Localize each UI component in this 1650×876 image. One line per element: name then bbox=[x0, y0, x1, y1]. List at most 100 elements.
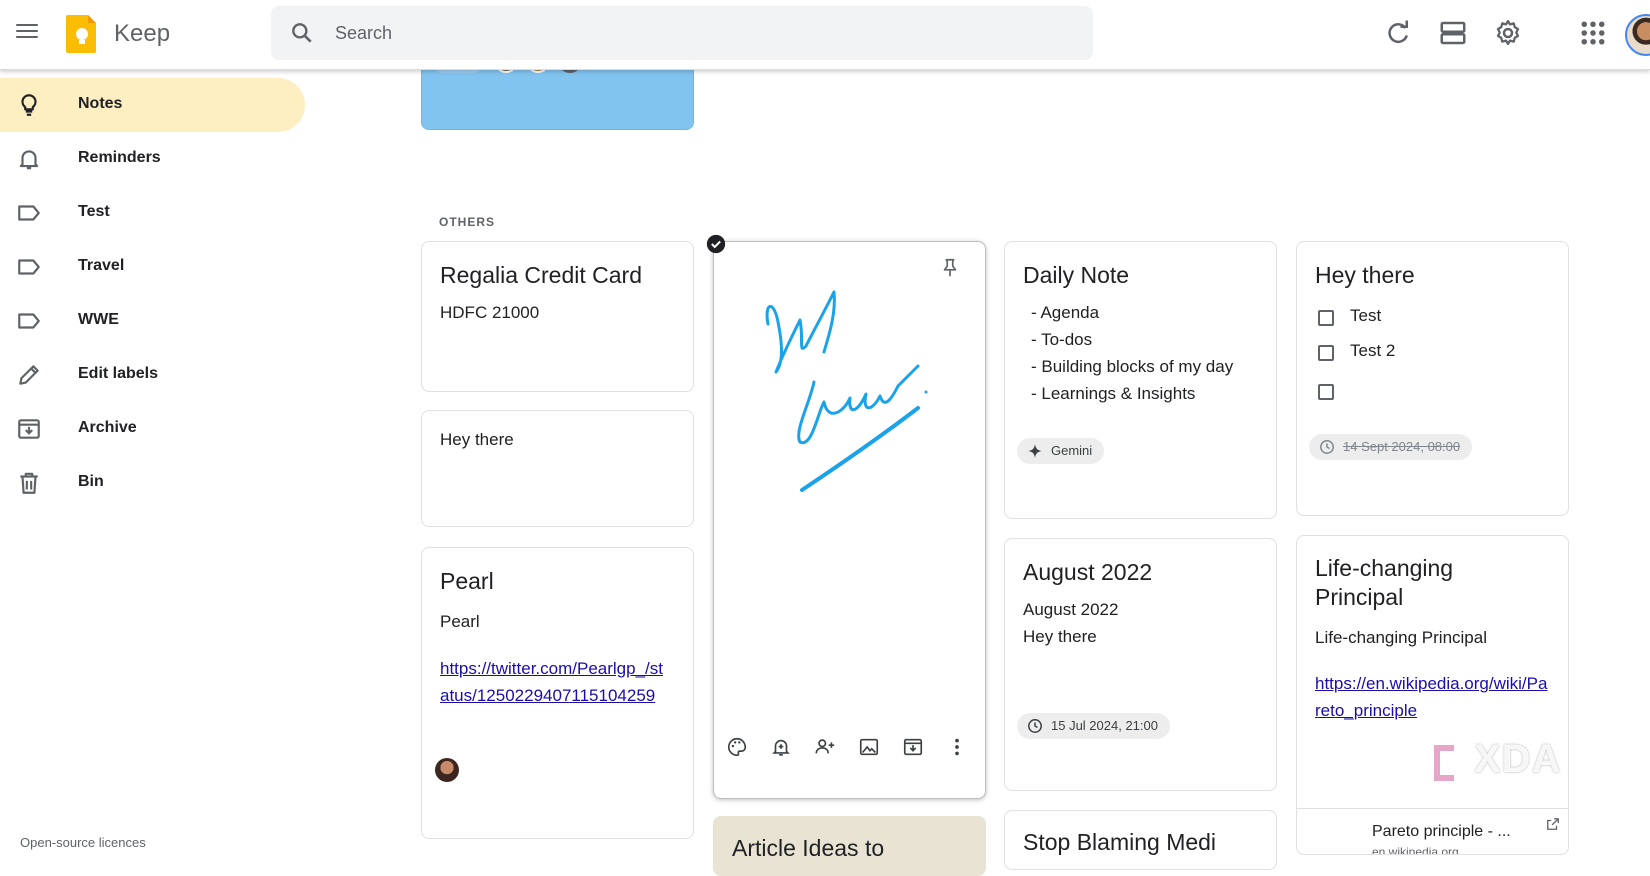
link-preview-domain: en.wikipedia.org bbox=[1372, 845, 1459, 855]
note-card[interactable]: Stop Blaming Medi bbox=[1004, 810, 1277, 870]
note-link-line[interactable]: https://twitter.com/Pearlgp_/st bbox=[440, 659, 663, 678]
sidebar-item-label: Bin bbox=[78, 473, 104, 490]
note-body: Pearl bbox=[440, 612, 480, 631]
sidebar-item-label: Edit labels bbox=[78, 365, 159, 382]
note-title: Stop Blaming Medi bbox=[1023, 829, 1217, 855]
sidebar-item-edit-labels[interactable]: Edit labels bbox=[0, 348, 305, 402]
others-section-heading: OTHERS bbox=[439, 215, 496, 229]
note-title: Pearl bbox=[440, 568, 494, 594]
note-link-line[interactable]: https://en.wikipedia.org/wiki/Pa bbox=[1315, 674, 1547, 693]
archive-icon bbox=[18, 419, 40, 439]
chip-label: Gemini bbox=[1051, 443, 1093, 458]
note-card[interactable]: Pearl Pearl https://twitter.com/Pearlgp_… bbox=[421, 547, 694, 839]
link-preview-title: Pareto principle - ... bbox=[1372, 823, 1511, 840]
chip-label: 15 Jul 2024, 21:00 bbox=[1051, 718, 1158, 733]
more-options-icon[interactable] bbox=[946, 736, 968, 758]
sidebar-item-bin[interactable]: Bin bbox=[0, 456, 305, 510]
keep-logo-icon[interactable] bbox=[66, 13, 98, 55]
note-body: HDFC 21000 bbox=[440, 303, 540, 322]
note-body: Life-changing Principal bbox=[1315, 628, 1487, 647]
add-reminder-icon[interactable] bbox=[770, 736, 792, 758]
palette-icon[interactable] bbox=[726, 736, 748, 758]
watermark-bracket-icon bbox=[1434, 745, 1462, 781]
watermark-logo: XDA bbox=[1430, 735, 1580, 795]
note-link[interactable]: https://twitter.com/Pearlgp_/st atus/125… bbox=[440, 655, 663, 709]
note-toolbar bbox=[726, 736, 976, 758]
sparkle-icon bbox=[1028, 444, 1042, 458]
checklist-checkbox[interactable] bbox=[1318, 310, 1334, 326]
archive-icon[interactable] bbox=[902, 736, 924, 758]
account-avatar[interactable] bbox=[1625, 14, 1650, 56]
sidebar-item-wwe[interactable]: WWE bbox=[0, 294, 305, 348]
note-title: Regalia Credit Card bbox=[440, 262, 642, 288]
checklist-item: Test 2 bbox=[1350, 341, 1396, 360]
checklist-item: Test bbox=[1350, 306, 1382, 325]
lightbulb-icon bbox=[21, 94, 37, 116]
note-title-line: Principal bbox=[1315, 584, 1404, 610]
add-collaborator-icon[interactable] bbox=[814, 736, 836, 758]
note-link-line[interactable]: atus/1250229407115104259 bbox=[440, 686, 655, 705]
note-card[interactable]: Article Ideas to bbox=[713, 816, 986, 876]
sidebar-item-archive[interactable]: Archive bbox=[0, 402, 305, 456]
reminder-chip[interactable]: 15 Jul 2024, 21:00 bbox=[1017, 713, 1170, 739]
sidebar-item-notes[interactable]: Notes bbox=[0, 78, 305, 132]
search-input[interactable] bbox=[335, 6, 1055, 60]
note-title-line: Life-changing bbox=[1315, 555, 1454, 581]
sidebar-item-test[interactable]: Test bbox=[0, 186, 305, 240]
sidebar-item-label: Reminders bbox=[78, 149, 161, 166]
note-line: August 2022 bbox=[1023, 600, 1119, 619]
list-view-icon[interactable] bbox=[1438, 18, 1468, 48]
note-card[interactable]: Hey there bbox=[421, 410, 694, 527]
note-body: - Agenda - To-dos - Building blocks of m… bbox=[1031, 299, 1233, 407]
note-card[interactable]: Regalia Credit Card HDFC 21000 bbox=[421, 241, 694, 392]
note-link[interactable]: https://en.wikipedia.org/wiki/Pa reto_pr… bbox=[1315, 670, 1547, 724]
note-title: August 2022 bbox=[1023, 559, 1153, 585]
settings-icon[interactable] bbox=[1493, 18, 1523, 48]
app-name[interactable]: Keep bbox=[114, 20, 170, 48]
note-line: - Building blocks of my day bbox=[1031, 357, 1234, 376]
note-body: August 2022 Hey there bbox=[1023, 596, 1118, 650]
open-external-icon[interactable] bbox=[1546, 817, 1560, 831]
sidebar-item-reminders[interactable]: Reminders bbox=[0, 132, 305, 186]
pencil-icon bbox=[19, 365, 39, 385]
sidebar-item-label: WWE bbox=[78, 311, 119, 328]
sidebar-item-travel[interactable]: Travel bbox=[0, 240, 305, 294]
note-line: - To-dos bbox=[1031, 330, 1093, 349]
notes-area: OTHERS Regalia Credit Card HDFC 21000 He… bbox=[310, 60, 1650, 876]
checklist-checkbox[interactable] bbox=[1318, 345, 1334, 361]
sidebar-item-label: Test bbox=[78, 203, 110, 220]
reminder-chip[interactable]: 14 Sept 2024, 08:00 bbox=[1309, 434, 1473, 460]
sidebar-item-label: Travel bbox=[78, 257, 125, 274]
search-icon[interactable] bbox=[289, 20, 315, 46]
checklist-checkbox[interactable] bbox=[1318, 384, 1334, 400]
clock-icon bbox=[1320, 440, 1334, 454]
note-card[interactable]: August 2022 August 2022 Hey there 15 Jul… bbox=[1004, 538, 1277, 791]
refresh-icon[interactable] bbox=[1383, 18, 1413, 48]
gemini-chip[interactable]: Gemini bbox=[1017, 438, 1105, 464]
note-title: Hey there bbox=[1315, 262, 1415, 288]
select-check-icon[interactable] bbox=[704, 232, 728, 256]
apps-grid-icon[interactable] bbox=[1578, 18, 1608, 48]
sidebar-item-label: Archive bbox=[78, 419, 137, 436]
note-title: Article Ideas to bbox=[732, 835, 885, 861]
note-card[interactable]: Life-changing Principal Life-changing Pr… bbox=[1296, 535, 1569, 855]
note-title: Life-changing Principal bbox=[1315, 554, 1453, 612]
selected-drawing-note[interactable] bbox=[713, 241, 986, 799]
add-image-icon[interactable] bbox=[858, 736, 880, 758]
collaborator-avatar[interactable] bbox=[435, 758, 459, 782]
link-preview[interactable]: Pareto principle - ... en.wikipedia.org bbox=[1297, 808, 1568, 855]
note-line: - Learnings & Insights bbox=[1031, 384, 1196, 403]
note-link-line[interactable]: reto_principle bbox=[1315, 701, 1417, 720]
bin-icon bbox=[20, 472, 38, 494]
note-card[interactable]: Hey there Test Test 2 14 Sept 2024, 08:0… bbox=[1296, 241, 1569, 516]
main-menu-icon[interactable] bbox=[14, 20, 40, 46]
note-body: Hey there bbox=[440, 430, 514, 449]
label-icon bbox=[18, 259, 40, 275]
sidebar: Notes Reminders Test Travel WWE Edit lab… bbox=[0, 70, 310, 851]
pinned-blue-note[interactable] bbox=[421, 60, 694, 130]
open-source-licences-link[interactable]: Open-source licences bbox=[20, 835, 146, 850]
note-card[interactable]: Daily Note - Agenda - To-dos - Building … bbox=[1004, 241, 1277, 519]
note-line: - Agenda bbox=[1031, 303, 1100, 322]
note-line: Hey there bbox=[1023, 627, 1097, 646]
search-bar[interactable] bbox=[271, 6, 1093, 60]
